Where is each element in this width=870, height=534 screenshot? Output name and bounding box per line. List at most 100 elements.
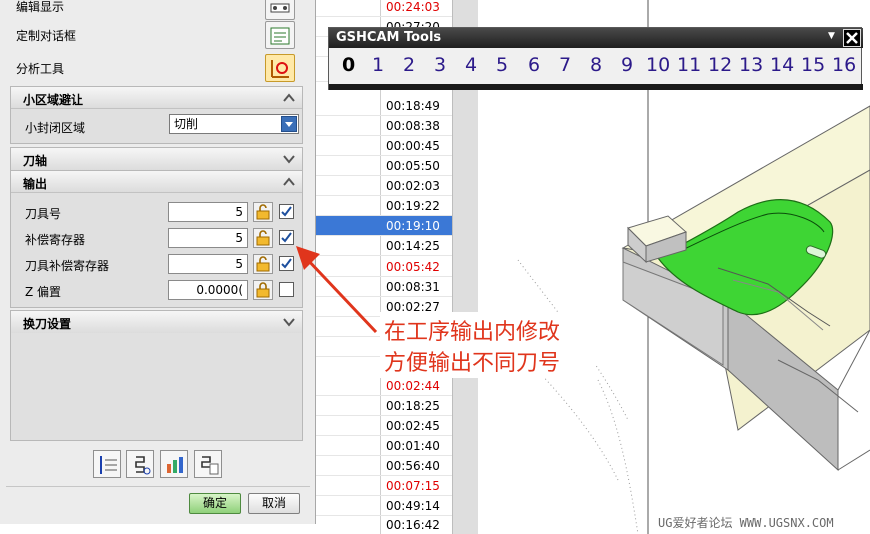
group-tool-change: 换刀设置 — [10, 310, 303, 333]
table-row[interactable]: 00:18:25 — [316, 396, 452, 416]
tool-comp-register-label: 刀具补偿寄存器 — [25, 259, 110, 273]
edit-display-icon — [270, 3, 290, 13]
group-tool-axis: 刀轴 — [10, 147, 303, 170]
table-row[interactable]: 00:19:22 — [316, 196, 452, 216]
tool-number-button-1[interactable]: 1 — [372, 54, 384, 76]
machining-time-cell: 00:02:03 — [386, 179, 440, 193]
row-comp-register: 补偿寄存器 5 — [11, 225, 302, 251]
custom-dialog-label: 定制对话框 — [16, 29, 77, 43]
tool-number-buttons: 0 1 2 3 4 5 6 7 8 9 10 11 12 13 14 15 16 — [329, 52, 863, 80]
comp-register-lock[interactable] — [253, 228, 273, 248]
toolbar-menu-icon[interactable]: ▼ — [828, 31, 835, 41]
tool-comp-register-input[interactable]: 5 — [168, 254, 248, 274]
generate-path-icon — [100, 456, 117, 474]
cancel-button[interactable]: 取消 — [248, 493, 300, 514]
table-row[interactable]: 00:01:40 — [316, 436, 452, 456]
tool-number-button-15[interactable]: 15 — [801, 54, 825, 76]
tool-comp-register-lock[interactable] — [253, 254, 273, 274]
table-row[interactable]: 00:02:03 — [316, 176, 452, 196]
unlock-icon — [256, 230, 270, 246]
comp-register-label: 补偿寄存器 — [25, 233, 86, 247]
custom-dialog-icon — [270, 27, 290, 45]
tool-number-label: 刀具号 — [25, 207, 62, 221]
gshcam-title-bar[interactable]: GSHCAM Tools ▼ — [329, 28, 863, 48]
tool-number-button-16[interactable]: 16 — [832, 54, 856, 76]
table-row[interactable]: 00:00:45 — [316, 136, 452, 156]
table-row[interactable]: 00:08:38 — [316, 116, 452, 136]
verify-path-icon — [167, 457, 183, 473]
machining-time-cell: 00:19:22 — [386, 199, 440, 213]
replay-path-icon — [135, 456, 151, 475]
row-tool-number: 刀具号 5 — [11, 199, 302, 225]
chevron-up-icon — [283, 93, 295, 102]
tool-number-button-8[interactable]: 8 — [590, 54, 602, 76]
tool-number-button-5[interactable]: 5 — [496, 54, 508, 76]
small-closed-region-select[interactable]: 切削 — [169, 114, 299, 134]
custom-dialog-button[interactable] — [265, 21, 295, 49]
generate-path-button[interactable] — [93, 450, 121, 478]
table-row[interactable]: 00:07:15 — [316, 476, 452, 496]
group-header-tool-axis[interactable]: 刀轴 — [11, 148, 302, 170]
list-path-button[interactable] — [194, 450, 222, 478]
table-row[interactable]: 00:24:03 — [316, 0, 452, 17]
row-z-offset: Z 偏置 0.0000( — [11, 277, 302, 303]
replay-path-button[interactable] — [126, 450, 154, 478]
watermark: UG爱好者论坛 WWW.UGSNX.COM — [658, 516, 834, 530]
annotation-arrow — [296, 246, 378, 334]
row-tool-comp-register: 刀具补偿寄存器 5 — [11, 251, 302, 277]
machining-time-cell: 00:16:42 — [386, 518, 440, 532]
tool-number-lock[interactable] — [253, 202, 273, 222]
tool-number-button-11[interactable]: 11 — [677, 54, 701, 76]
tool-number-input[interactable]: 5 — [168, 202, 248, 222]
group-header-small-region[interactable]: 小区域避让 — [11, 87, 302, 109]
tool-number-button-13[interactable]: 13 — [739, 54, 763, 76]
ok-button[interactable]: 确定 — [189, 493, 241, 514]
table-row-selected[interactable]: 00:19:10 — [316, 216, 452, 236]
dialog-empty-area — [10, 333, 303, 441]
z-offset-input[interactable]: 0.0000( — [168, 280, 248, 300]
verify-path-button[interactable] — [160, 450, 188, 478]
z-offset-lock[interactable] — [253, 280, 273, 300]
table-row[interactable]: 00:49:14 — [316, 496, 452, 516]
tool-number-button-4[interactable]: 4 — [465, 54, 477, 76]
table-row[interactable]: 00:16:42 — [316, 515, 452, 534]
machining-time-cell: 00:05:50 — [386, 159, 440, 173]
table-row[interactable]: 00:02:45 — [316, 416, 452, 436]
table-row[interactable]: 00:02:44 — [316, 376, 452, 396]
table-row[interactable]: 00:05:50 — [316, 156, 452, 176]
machining-time-cell: 00:00:45 — [386, 139, 440, 153]
dropdown-arrow-icon[interactable] — [281, 116, 297, 132]
machining-time-cell: 00:18:49 — [386, 99, 440, 113]
table-row[interactable]: 00:56:40 — [316, 456, 452, 476]
tool-number-button-7[interactable]: 7 — [559, 54, 571, 76]
small-closed-region-label: 小封闭区域 — [25, 121, 86, 135]
group-header-tool-change[interactable]: 换刀设置 — [11, 311, 302, 333]
machining-time-cell: 00:19:10 — [386, 219, 440, 233]
tool-number-button-10[interactable]: 10 — [646, 54, 670, 76]
analysis-tools-button[interactable] — [265, 54, 295, 82]
table-row[interactable]: 00:18:49 — [316, 96, 452, 116]
machining-time-cell: 00:02:44 — [386, 379, 440, 393]
group-title-output: 输出 — [23, 177, 48, 191]
machining-time-cell: 00:14:25 — [386, 239, 440, 253]
group-small-region-avoid: 小区域避让 小封闭区域 切削 — [10, 86, 303, 144]
dialog-divider — [6, 486, 310, 487]
group-header-output[interactable]: 输出 — [11, 171, 302, 193]
operation-dialog: 编辑显示 定制对话框 分析工具 小区域避让 小封闭区域 切削 刀轴 输出 刀具号… — [0, 0, 316, 524]
tool-number-button-12[interactable]: 12 — [708, 54, 732, 76]
comp-register-input[interactable]: 5 — [168, 228, 248, 248]
tool-number-button-9[interactable]: 9 — [621, 54, 633, 76]
tool-number-button-6[interactable]: 6 — [528, 54, 540, 76]
close-button[interactable] — [843, 29, 861, 47]
tool-number-button-14[interactable]: 14 — [770, 54, 794, 76]
tool-number-button-0[interactable]: 0 — [342, 54, 355, 76]
tool-number-checkbox[interactable] — [279, 204, 294, 219]
unlock-icon — [256, 204, 270, 220]
chevron-down-icon — [283, 155, 295, 164]
analysis-tools-label: 分析工具 — [16, 62, 65, 76]
tool-number-button-2[interactable]: 2 — [403, 54, 415, 76]
gshcam-toolbar: GSHCAM Tools ▼ 0 1 2 3 4 5 6 7 8 9 10 11… — [328, 27, 863, 90]
machining-time-cell: 00:08:31 — [386, 280, 440, 294]
tool-number-button-3[interactable]: 3 — [434, 54, 446, 76]
edit-display-button[interactable] — [265, 0, 295, 20]
